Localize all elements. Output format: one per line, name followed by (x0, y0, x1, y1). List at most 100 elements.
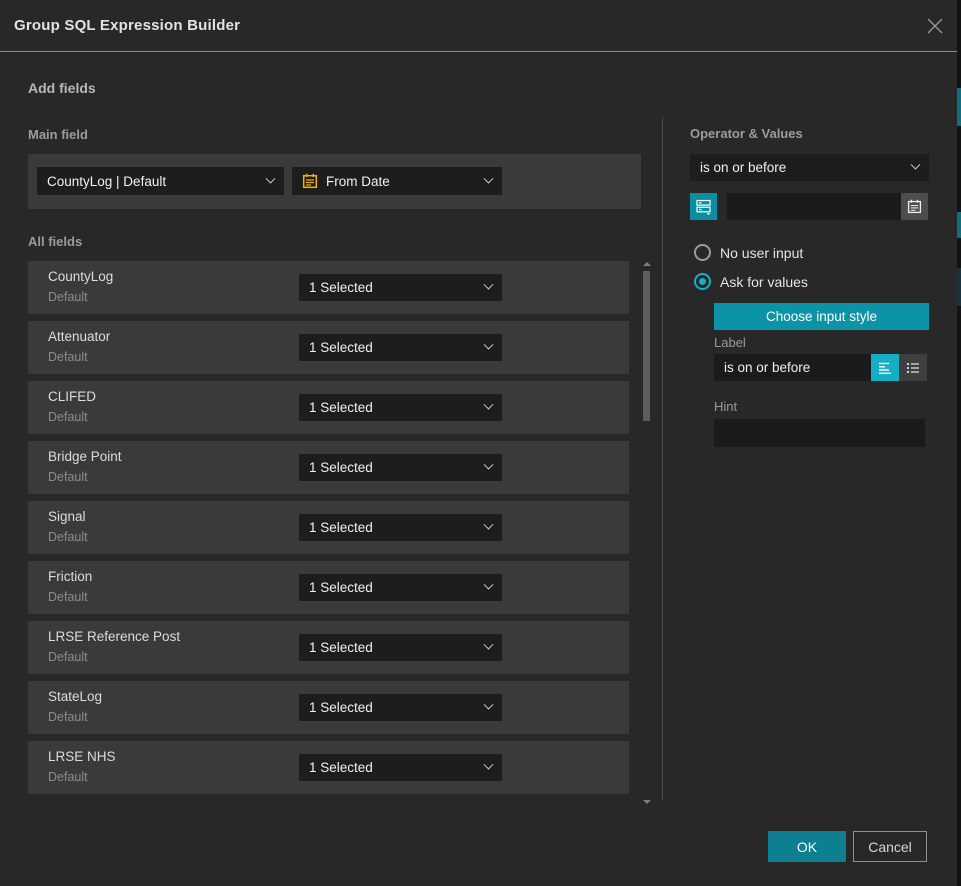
field-name: CLIFED (48, 389, 96, 404)
field-selection-dropdown-value: 1 Selected (309, 580, 485, 595)
unique-values-icon[interactable] (690, 193, 717, 220)
chevron-down-icon (484, 640, 494, 650)
chevron-down-icon (266, 173, 276, 183)
field-name: Attenuator (48, 329, 110, 344)
field-name: Signal (48, 509, 86, 524)
field-subtitle: Default (48, 470, 88, 484)
field-selection-dropdown-value: 1 Selected (309, 640, 485, 655)
field-selection-dropdown-value: 1 Selected (309, 340, 485, 355)
hint-caption: Hint (714, 399, 737, 414)
main-field-dropdown[interactable]: From Date (292, 167, 502, 195)
chevron-down-icon (484, 280, 494, 290)
dialog-title: Group SQL Expression Builder (14, 0, 240, 52)
add-fields-heading: Add fields (28, 80, 96, 96)
ask-for-values-label: Ask for values (720, 274, 808, 290)
field-selection-dropdown[interactable]: 1 Selected (299, 694, 502, 721)
radio-ask-for-values[interactable]: Ask for values (694, 273, 808, 290)
radio-circle-icon[interactable] (694, 244, 711, 261)
field-row: Attenuator Default 1 Selected (28, 321, 629, 374)
main-dataset-dropdown-value: CountyLog | Default (47, 174, 267, 189)
field-selection-dropdown[interactable]: 1 Selected (299, 394, 502, 421)
all-fields-heading: All fields (28, 234, 82, 249)
operator-dropdown[interactable]: is on or before (690, 154, 929, 181)
date-value-input[interactable] (727, 193, 901, 220)
operator-dropdown-value: is on or before (700, 160, 912, 175)
chevron-down-icon (484, 580, 494, 590)
chevron-down-icon (484, 400, 494, 410)
operator-values-heading: Operator & Values (690, 126, 803, 141)
field-subtitle: Default (48, 770, 88, 784)
field-selection-dropdown[interactable]: 1 Selected (299, 754, 502, 781)
field-row: StateLog Default 1 Selected (28, 681, 629, 734)
field-row: LRSE Reference Post Default 1 Selected (28, 621, 629, 674)
chevron-down-icon (484, 340, 494, 350)
main-field-heading: Main field (28, 127, 88, 142)
field-name: CountyLog (48, 269, 113, 284)
chevron-down-icon (484, 760, 494, 770)
date-picker-calendar-icon[interactable] (901, 193, 928, 220)
background-accent-mark (957, 88, 961, 126)
field-selection-dropdown[interactable]: 1 Selected (299, 634, 502, 661)
close-icon[interactable] (926, 17, 944, 35)
field-name: Friction (48, 569, 92, 584)
no-user-input-label: No user input (720, 245, 803, 261)
background-accent-mark (957, 212, 961, 238)
field-subtitle: Default (48, 650, 88, 664)
all-fields-list: CountyLog Default 1 Selected Attenuator … (28, 261, 629, 801)
field-row: Signal Default 1 Selected (28, 501, 629, 554)
background-accent-mark (957, 268, 961, 306)
field-subtitle: Default (48, 590, 88, 604)
hint-input[interactable] (714, 419, 925, 447)
chevron-down-icon (484, 700, 494, 710)
field-selection-dropdown[interactable]: 1 Selected (299, 274, 502, 301)
field-name: LRSE Reference Post (48, 629, 180, 644)
radio-circle-checked-icon[interactable] (694, 273, 711, 290)
main-dataset-dropdown[interactable]: CountyLog | Default (37, 167, 284, 195)
field-subtitle: Default (48, 350, 88, 364)
field-selection-dropdown[interactable]: 1 Selected (299, 574, 502, 601)
field-subtitle: Default (48, 530, 88, 544)
bulleted-list-icon[interactable] (899, 354, 927, 381)
field-selection-dropdown[interactable]: 1 Selected (299, 454, 502, 481)
field-selection-dropdown-value: 1 Selected (309, 760, 485, 775)
field-row: CLIFED Default 1 Selected (28, 381, 629, 434)
field-row: CountyLog Default 1 Selected (28, 261, 629, 314)
field-selection-dropdown-value: 1 Selected (309, 460, 485, 475)
ok-button[interactable]: OK (768, 831, 846, 862)
field-selection-dropdown-value: 1 Selected (309, 700, 485, 715)
panel-divider (662, 117, 663, 801)
chevron-down-icon (484, 173, 494, 183)
field-name: Bridge Point (48, 449, 122, 464)
field-selection-dropdown[interactable]: 1 Selected (299, 334, 502, 361)
field-name: StateLog (48, 689, 102, 704)
field-row: LRSE NHS Default 1 Selected (28, 741, 629, 794)
field-row: Bridge Point Default 1 Selected (28, 441, 629, 494)
list-scrollbar[interactable] (642, 258, 651, 806)
chevron-down-icon (911, 160, 921, 170)
scrollbar-thumb[interactable] (643, 271, 650, 421)
label-caption: Label (714, 335, 746, 350)
calendar-icon (302, 173, 318, 189)
field-subtitle: Default (48, 710, 88, 724)
chevron-down-icon (484, 520, 494, 530)
dialog-titlebar: Group SQL Expression Builder (0, 0, 957, 52)
background-app-edge (957, 0, 961, 886)
radio-no-user-input[interactable]: No user input (694, 244, 803, 261)
chevron-down-icon (484, 460, 494, 470)
label-input[interactable] (714, 354, 871, 381)
scrollbar-up-arrow-icon[interactable] (643, 262, 651, 266)
choose-input-style-button[interactable]: Choose input style (714, 303, 929, 330)
field-selection-dropdown-value: 1 Selected (309, 520, 485, 535)
field-row: Friction Default 1 Selected (28, 561, 629, 614)
main-field-dropdown-value: From Date (326, 174, 485, 189)
main-field-panel: CountyLog | Default From Date (28, 154, 641, 209)
field-selection-dropdown-value: 1 Selected (309, 400, 485, 415)
align-left-icon[interactable] (871, 354, 899, 381)
field-name: LRSE NHS (48, 749, 116, 764)
field-subtitle: Default (48, 410, 88, 424)
group-sql-expression-builder-dialog: Group SQL Expression Builder Add fields … (0, 0, 957, 886)
field-subtitle: Default (48, 290, 88, 304)
cancel-button[interactable]: Cancel (853, 831, 927, 862)
field-selection-dropdown[interactable]: 1 Selected (299, 514, 502, 541)
scrollbar-down-arrow-icon[interactable] (643, 800, 651, 804)
